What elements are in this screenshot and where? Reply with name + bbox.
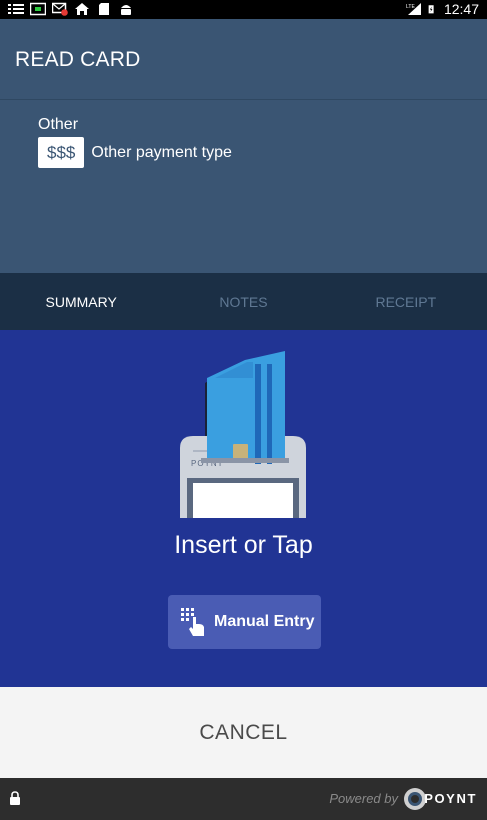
list-icon	[8, 4, 24, 14]
screen-icon	[30, 2, 46, 16]
mail-error-icon	[52, 2, 68, 16]
tab-bar: SUMMARY NOTES RECEIPT	[0, 273, 487, 330]
card-stripe	[215, 362, 253, 378]
header-divider	[0, 99, 487, 100]
keypad-hand-icon	[181, 608, 204, 636]
manual-entry-button[interactable]: Manual Entry	[168, 595, 321, 649]
insert-or-tap-prompt: Insert or Tap	[174, 531, 313, 559]
powered-by-text: Powered by	[329, 791, 398, 806]
card-magstripe-1	[255, 364, 261, 464]
footer: Powered by POYNT	[0, 778, 487, 820]
status-bar: LTE 12:47	[0, 0, 487, 19]
card-reader-panel: POYNT Insert or Tap Manual Entry	[0, 330, 487, 687]
header: READ CARD Other $$$ Other payment type	[0, 19, 487, 273]
card-magstripe-2	[267, 364, 272, 464]
payment-badge: $$$	[38, 137, 85, 168]
tab-summary[interactable]: SUMMARY	[0, 273, 162, 330]
system-icons: LTE 12:47	[406, 1, 479, 17]
battery-charging-icon	[428, 5, 434, 14]
cancel-button[interactable]: CANCEL	[0, 687, 487, 778]
poynt-wordmark: POYNT	[424, 791, 477, 806]
payment-label: Other	[38, 116, 79, 133]
sd-card-icon	[99, 3, 109, 15]
terminal-screen	[193, 483, 293, 518]
notification-icons	[8, 2, 134, 16]
android-icon	[121, 5, 131, 15]
manual-entry-label: Manual Entry	[214, 613, 315, 630]
card-chip	[233, 444, 248, 460]
signal-icon: LTE	[406, 3, 421, 15]
page-title: READ CARD	[15, 48, 141, 71]
tab-receipt[interactable]: RECEIPT	[325, 273, 487, 330]
svg-text:LTE: LTE	[406, 4, 415, 10]
lock-icon	[10, 791, 20, 805]
clock: 12:47	[443, 1, 479, 17]
home-icon	[75, 3, 89, 15]
terminal-slot	[201, 458, 289, 463]
tab-notes[interactable]: NOTES	[162, 273, 324, 330]
payment-type-row: $$$ Other payment type	[38, 137, 232, 168]
payment-type-text: Other payment type	[91, 143, 232, 161]
card-terminal-illustration: POYNT	[180, 351, 306, 518]
